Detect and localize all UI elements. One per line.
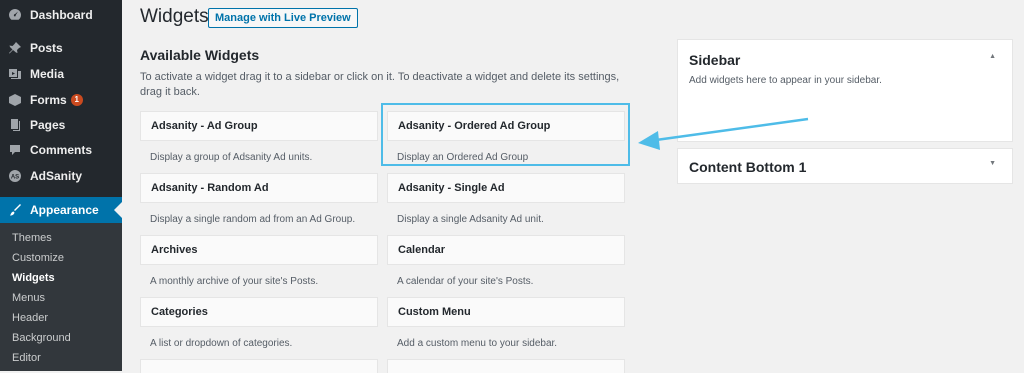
submenu-customize[interactable]: Customize (12, 252, 64, 264)
widget-description: A calendar of your site's Posts. (397, 276, 534, 287)
widget-archives[interactable]: Archives (140, 235, 378, 265)
menu-label: Appearance (30, 203, 99, 217)
widget-description: Display a group of Adsanity Ad units. (150, 152, 313, 163)
available-widgets-heading: Available Widgets (140, 47, 260, 63)
widget-title: Archives (151, 244, 198, 256)
widget-title: Adsanity - Ordered Ad Group (398, 120, 551, 132)
widget-title: Adsanity - Ad Group (151, 120, 258, 132)
comments-icon (8, 143, 22, 157)
submenu-editor[interactable]: Editor (12, 352, 41, 364)
media-icon (8, 67, 22, 81)
menu-label: Pages (30, 118, 66, 132)
menu-label: Media (30, 67, 65, 81)
menu-label: Dashboard (30, 8, 93, 22)
menu-adsanity[interactable]: AS AdSanity (0, 163, 122, 189)
widget-adsanity-random-ad[interactable]: Adsanity - Random Ad (140, 173, 378, 203)
menu-label: Forms (30, 93, 67, 107)
widget-title: Categories (151, 306, 208, 318)
sidebar-area-content-bottom-1[interactable]: Content Bottom 1 ▼ (677, 148, 1013, 184)
submenu-widgets[interactable]: Widgets (12, 272, 55, 284)
update-count-badge: 1 (70, 94, 83, 106)
sidebar-title: Content Bottom 1 (689, 159, 807, 175)
sidebar-description: Add widgets here to appear in your sideb… (689, 75, 882, 86)
submenu-header[interactable]: Header (12, 312, 48, 324)
widget-custom-menu[interactable]: Custom Menu (387, 297, 625, 327)
sidebar-area-sidebar[interactable]: Sidebar ▲ Add widgets here to appear in … (677, 39, 1013, 142)
widget-description: A monthly archive of your site's Posts. (150, 276, 319, 287)
appearance-submenu: Themes Customize Widgets Menus Header Ba… (0, 223, 122, 371)
widget-description: A list or dropdown of categories. (150, 338, 293, 349)
menu-comments[interactable]: Comments (0, 137, 122, 163)
widget-title: Calendar (398, 244, 446, 256)
widget-adsanity-ordered-ad-group[interactable]: Adsanity - Ordered Ad Group (387, 111, 625, 141)
widget-calendar[interactable]: Calendar (387, 235, 625, 265)
widget-title: Custom Menu (398, 306, 471, 318)
forms-icon (8, 93, 22, 107)
widget-description: Add a custom menu to your sidebar. (397, 338, 558, 349)
menu-forms[interactable]: Forms 1 (0, 87, 122, 113)
menu-label: Posts (30, 41, 63, 55)
widget-categories[interactable]: Categories (140, 297, 378, 327)
svg-text:AS: AS (11, 175, 19, 181)
menu-label: Comments (30, 143, 93, 157)
widget-description: Display an Ordered Ad Group (397, 152, 529, 163)
menu-label: AdSanity (30, 169, 83, 183)
pages-icon (8, 118, 22, 132)
available-widgets-description: To activate a widget drag it to a sideba… (140, 71, 620, 98)
adsanity-icon: AS (8, 169, 22, 183)
widget-title: Adsanity - Single Ad (398, 182, 505, 194)
manage-live-preview-button[interactable]: Manage with Live Preview (208, 8, 358, 28)
admin-sidebar: Dashboard Posts Media Forms 1 Pages Comm… (0, 0, 122, 371)
widget-description: Display a single random ad from an Ad Gr… (150, 214, 356, 225)
submenu-background[interactable]: Background (12, 332, 71, 344)
widget-adsanity-ad-group[interactable]: Adsanity - Ad Group (140, 111, 378, 141)
page-title: Widgets (140, 6, 209, 27)
sidebar-title: Sidebar (689, 52, 741, 68)
menu-media[interactable]: Media (0, 61, 122, 87)
menu-dashboard[interactable]: Dashboard (0, 2, 122, 28)
widget-description: Display a single Adsanity Ad unit. (397, 214, 544, 225)
current-menu-pointer (114, 202, 122, 218)
menu-pages[interactable]: Pages (0, 112, 122, 138)
collapse-arrow-icon[interactable]: ▲ (989, 53, 996, 60)
submenu-themes[interactable]: Themes (12, 232, 52, 244)
submenu-menus[interactable]: Menus (12, 292, 45, 304)
widget-adsanity-single-ad[interactable]: Adsanity - Single Ad (387, 173, 625, 203)
menu-posts[interactable]: Posts (0, 35, 122, 61)
widget-title: Adsanity - Random Ad (151, 182, 269, 194)
dashboard-icon (8, 8, 22, 22)
menu-appearance[interactable]: Appearance (0, 197, 122, 223)
pin-icon (8, 41, 22, 55)
appearance-icon (8, 203, 22, 217)
expand-arrow-icon[interactable]: ▼ (989, 160, 996, 167)
